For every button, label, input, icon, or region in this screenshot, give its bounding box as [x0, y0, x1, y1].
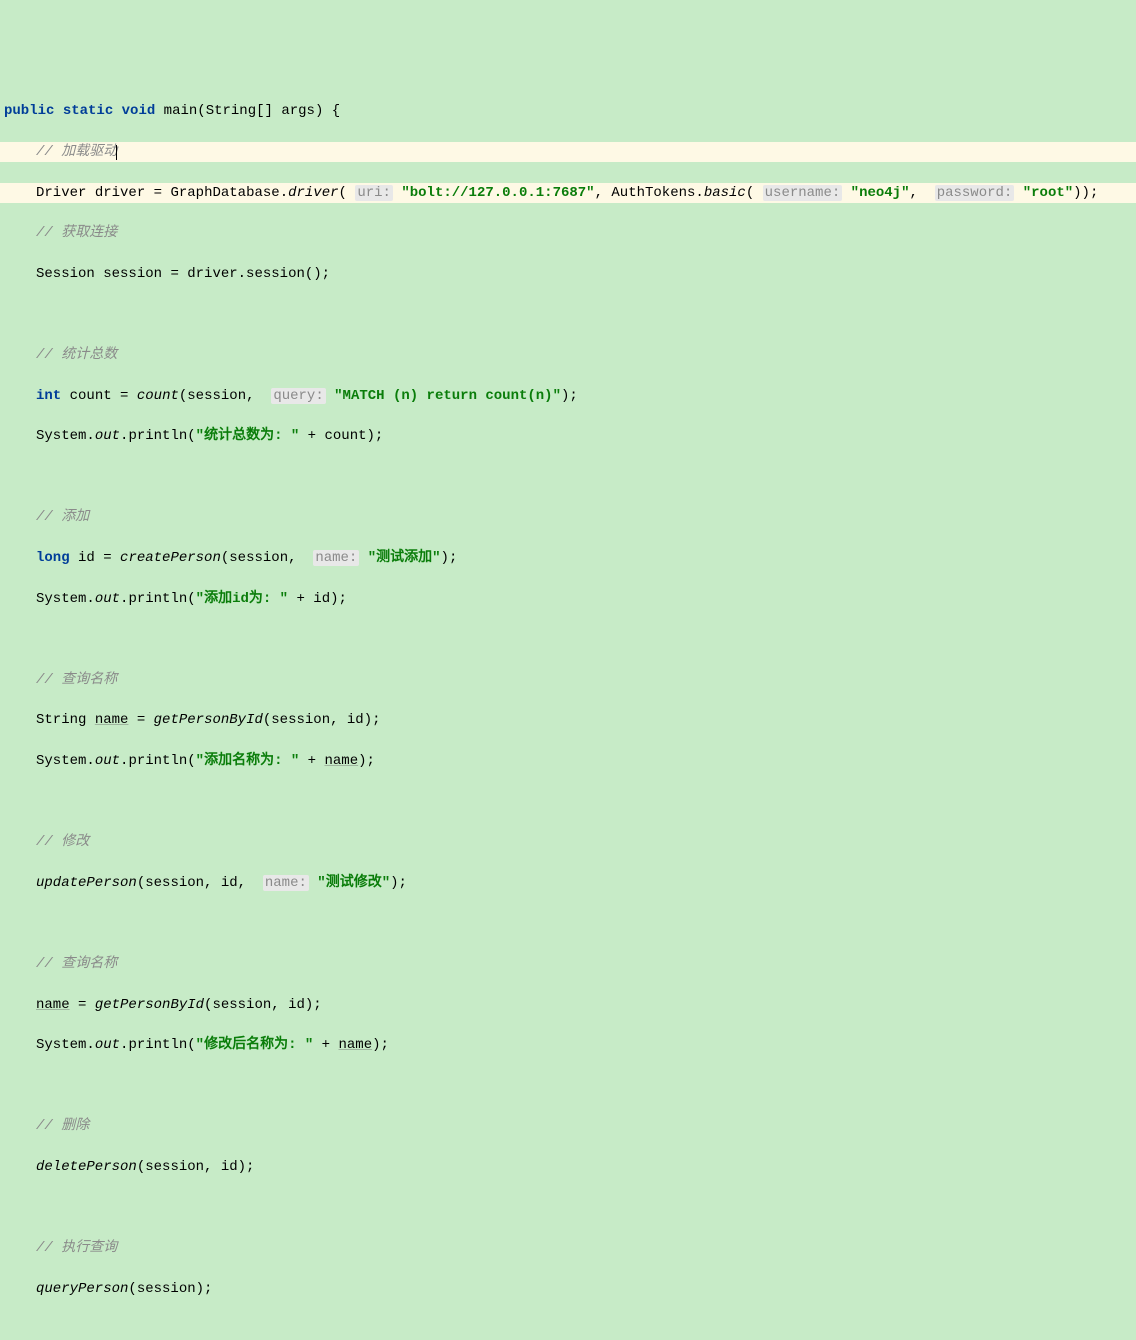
- text-cursor: [116, 145, 117, 160]
- println-name2-line: System.out.println("修改后名称为: " + name);: [0, 1035, 1136, 1055]
- comment-exec-query: // 执行查询: [0, 1238, 1136, 1258]
- session-init-line: Session session = driver.session();: [0, 264, 1136, 284]
- get-person-line1: String name = getPersonById(session, id)…: [0, 710, 1136, 730]
- code-editor[interactable]: public static void main(String[] args) {…: [0, 81, 1136, 1340]
- blank-line: [0, 629, 1136, 649]
- println-id-line: System.out.println("添加id为: " + id);: [0, 589, 1136, 609]
- blank-line: [0, 1319, 1136, 1339]
- comment-query-name2: // 查询名称: [0, 954, 1136, 974]
- comment-load-driver: // 加载驱动: [0, 142, 1136, 162]
- update-line: updatePerson(session, id, name: "测试修改");: [0, 873, 1136, 893]
- method-signature-line: public static void main(String[] args) {: [0, 101, 1136, 121]
- blank-line: [0, 467, 1136, 487]
- get-person-line2: name = getPersonById(session, id);: [0, 995, 1136, 1015]
- comment-count: // 统计总数: [0, 345, 1136, 365]
- comment-modify: // 修改: [0, 832, 1136, 852]
- println-count-line: System.out.println("统计总数为: " + count);: [0, 426, 1136, 446]
- blank-line: [0, 792, 1136, 812]
- blank-line: [0, 304, 1136, 324]
- count-line: int count = count(session, query: "MATCH…: [0, 386, 1136, 406]
- create-line: long id = createPerson(session, name: "测…: [0, 548, 1136, 568]
- delete-line: deletePerson(session, id);: [0, 1157, 1136, 1177]
- driver-init-line: Driver driver = GraphDatabase.driver( ur…: [0, 183, 1136, 203]
- blank-line: [0, 1198, 1136, 1218]
- comment-query-name1: // 查询名称: [0, 670, 1136, 690]
- println-name1-line: System.out.println("添加名称为: " + name);: [0, 751, 1136, 771]
- blank-line: [0, 913, 1136, 933]
- comment-get-conn: // 获取连接: [0, 223, 1136, 243]
- blank-line: [0, 1076, 1136, 1096]
- comment-add: // 添加: [0, 507, 1136, 527]
- comment-delete: // 删除: [0, 1116, 1136, 1136]
- query-line: queryPerson(session);: [0, 1279, 1136, 1299]
